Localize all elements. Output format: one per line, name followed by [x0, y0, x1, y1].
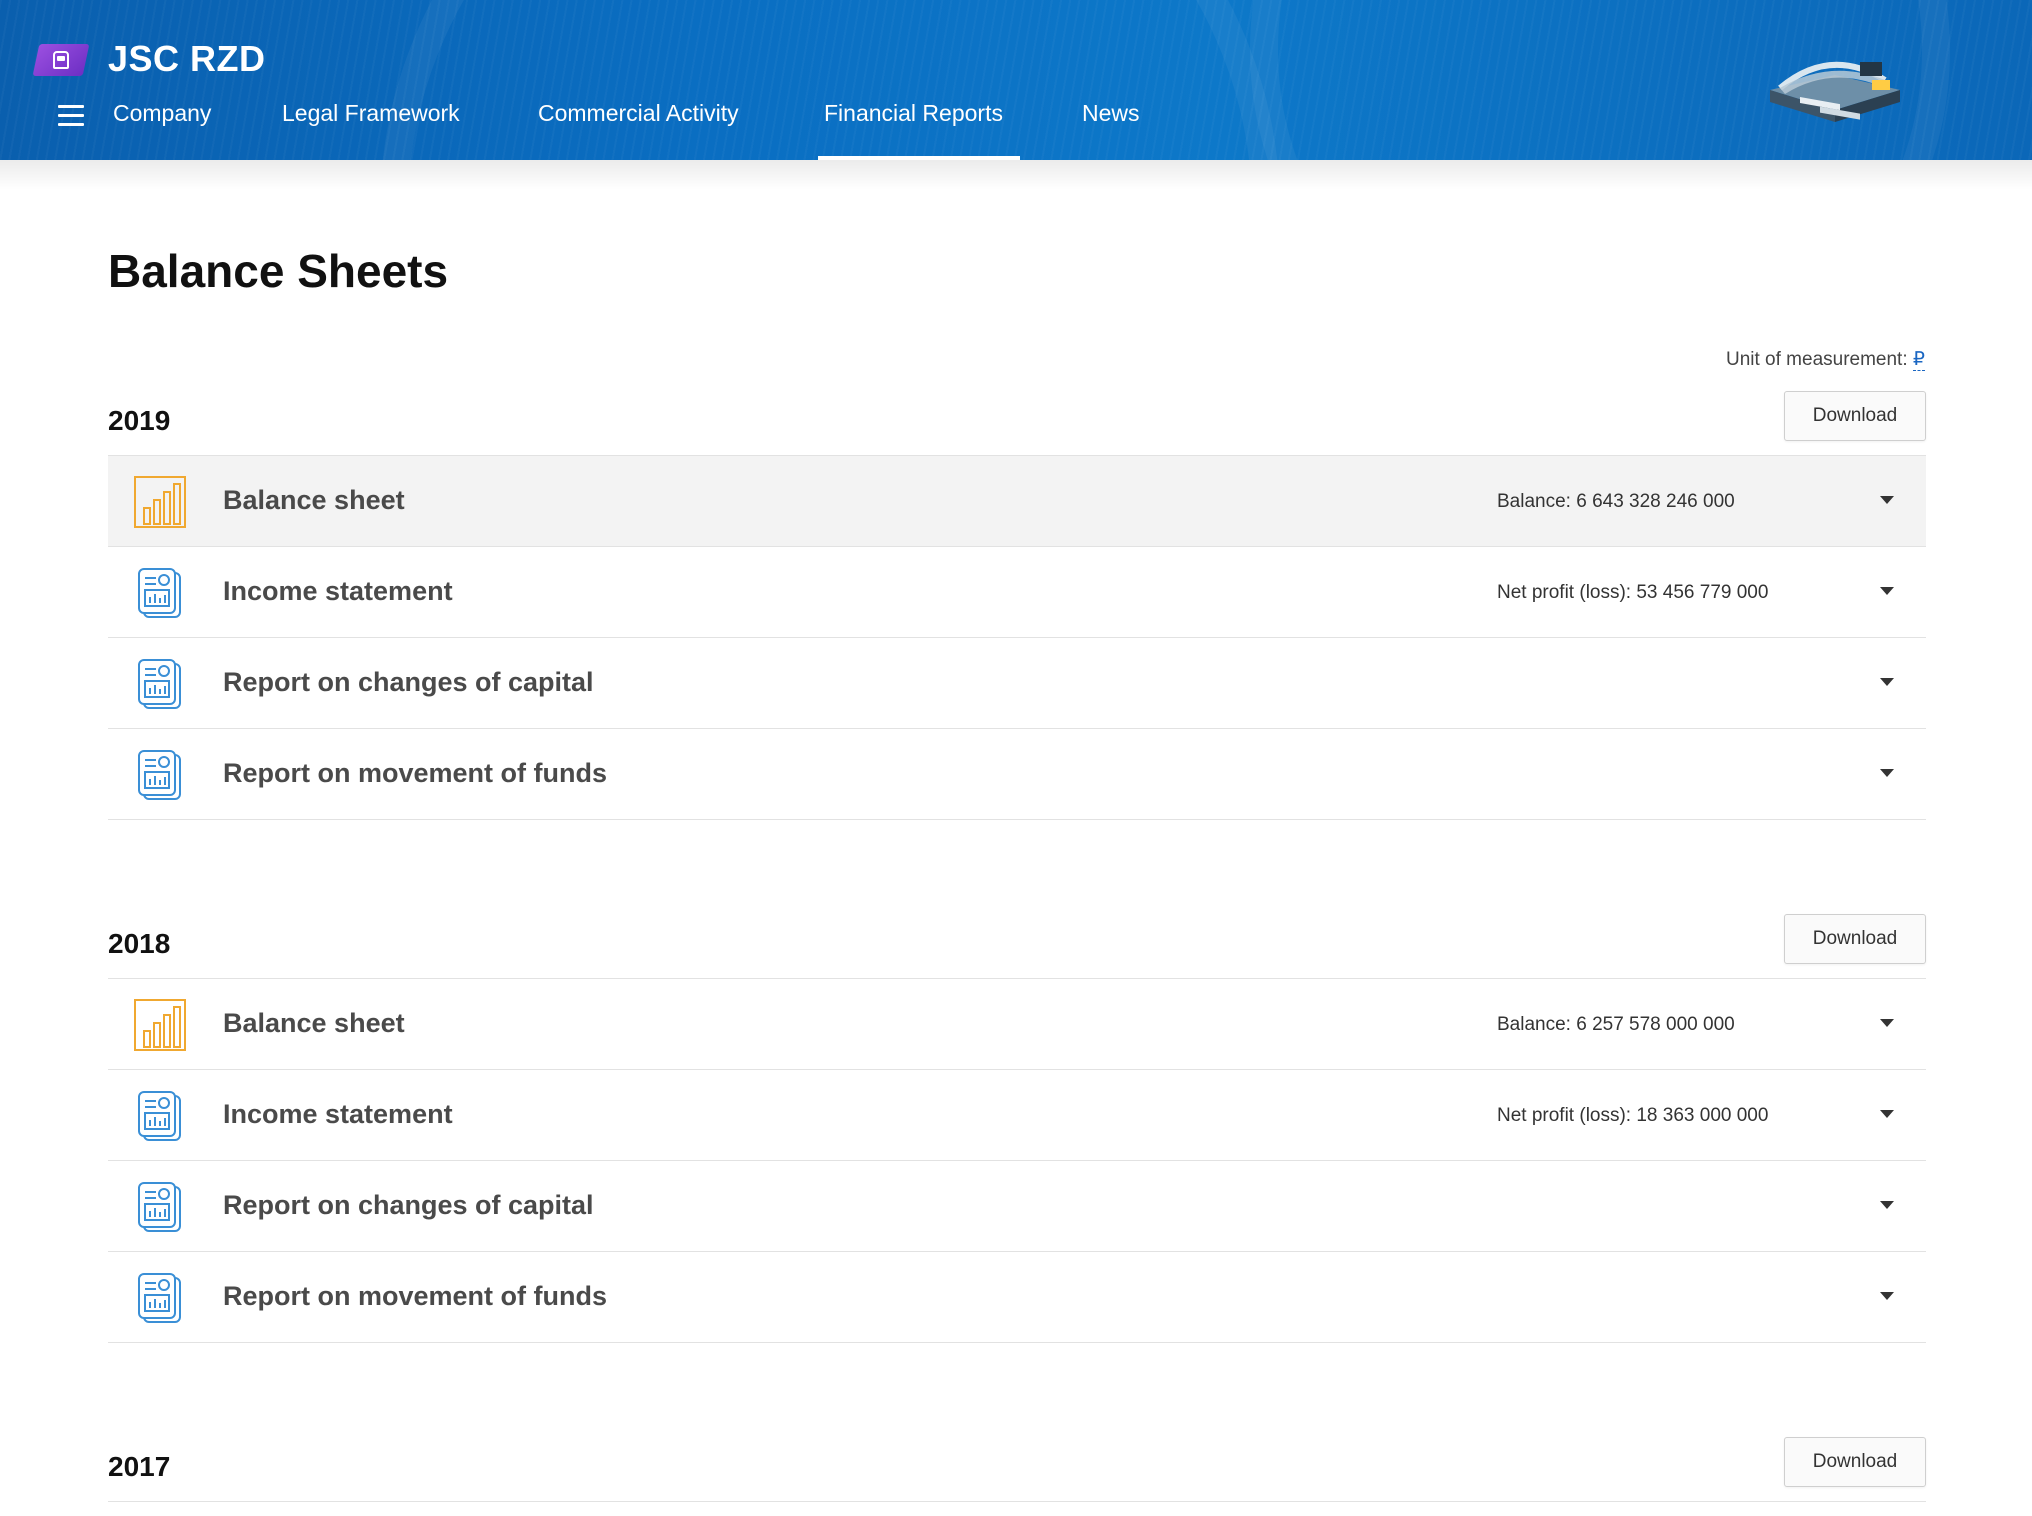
chevron-down-icon[interactable]: [1880, 769, 1894, 777]
unit-label: Unit of measurement:: [1725, 349, 1908, 370]
report-document-icon: [138, 1273, 181, 1323]
unit-of-measurement: Unit of measurement: ₽: [1726, 348, 1925, 371]
chevron-down-icon[interactable]: [1880, 1019, 1894, 1027]
year-label: 2017: [108, 1451, 171, 1482]
download-button[interactable]: Download: [1784, 391, 1926, 441]
report-document-icon: [138, 568, 181, 618]
report-title: Report on changes of capital: [223, 667, 594, 697]
report-row-income-statement[interactable]: Income statement Net profit (loss): 53 4…: [108, 547, 1926, 638]
chevron-down-icon[interactable]: [1880, 587, 1894, 595]
report-title: Balance sheet: [223, 485, 405, 515]
chevron-down-icon[interactable]: [1880, 496, 1894, 504]
report-value: Balance: 6 643 328 246 000: [1497, 491, 1735, 512]
chevron-down-icon[interactable]: [1880, 1110, 1894, 1118]
report-value: Net profit (loss): 18 363 000 000: [1497, 1105, 1769, 1126]
report-title: Report on movement of funds: [223, 758, 607, 788]
site-header: JSC RZD Company Legal Framework Commerci…: [0, 0, 2032, 160]
report-row-balance-sheet[interactable]: Balance sheet Balance: 6 643 328 246 000: [108, 456, 1926, 547]
report-document-icon: [138, 659, 181, 709]
report-row-changes-of-capital[interactable]: Report on changes of capital: [108, 1161, 1926, 1252]
report-row-movement-of-funds[interactable]: Report on movement of funds: [108, 1252, 1926, 1343]
train-icon: [53, 51, 69, 69]
hamburger-menu-icon[interactable]: [58, 105, 84, 127]
download-button[interactable]: Download: [1784, 914, 1926, 964]
report-list: Balance sheet Balance: 6 257 578 000 000…: [108, 978, 1926, 1343]
report-title: Report on changes of capital: [223, 1190, 594, 1220]
header-shadow: [0, 160, 2032, 190]
report-list: Balance sheet Balance: 6 643 328 246 000…: [108, 455, 1926, 820]
bar-chart-icon: [134, 999, 186, 1051]
year-label: 2018: [108, 928, 171, 959]
download-button[interactable]: Download: [1784, 1437, 1926, 1487]
report-document-icon: [138, 1091, 181, 1141]
brand-name[interactable]: JSC RZD: [108, 38, 266, 80]
report-title: Income statement: [223, 1099, 453, 1129]
report-row-income-statement[interactable]: Income statement Net profit (loss): 18 3…: [108, 1070, 1926, 1161]
report-title: Report on movement of funds: [223, 1281, 607, 1311]
chevron-down-icon[interactable]: [1880, 1201, 1894, 1209]
report-title: Balance sheet: [223, 1008, 405, 1038]
logo-icon[interactable]: [32, 44, 90, 76]
report-value: Balance: 6 257 578 000 000: [1497, 1014, 1735, 1035]
bar-chart-icon: [134, 476, 186, 528]
nav-news[interactable]: News: [1082, 100, 1140, 127]
currency-unit-toggle[interactable]: ₽: [1912, 349, 1925, 371]
report-value: Net profit (loss): 53 456 779 000: [1497, 582, 1769, 603]
station-illustration: [1770, 61, 1900, 122]
report-list: [108, 1501, 1926, 1502]
chevron-down-icon[interactable]: [1880, 1292, 1894, 1300]
report-document-icon: [138, 1182, 181, 1232]
report-row-movement-of-funds[interactable]: Report on movement of funds: [108, 729, 1926, 820]
page-title: Balance Sheets: [108, 245, 449, 297]
report-document-icon: [138, 750, 181, 800]
year-label: 2019: [108, 405, 171, 436]
chevron-down-icon[interactable]: [1880, 678, 1894, 686]
nav-commercial-activity[interactable]: Commercial Activity: [538, 100, 739, 127]
header-decor-arc: [380, 0, 1280, 160]
report-row-balance-sheet[interactable]: Balance sheet Balance: 6 257 578 000 000: [108, 979, 1926, 1070]
nav-legal-framework[interactable]: Legal Framework: [282, 100, 460, 127]
report-title: Income statement: [223, 576, 453, 606]
nav-financial-reports[interactable]: Financial Reports: [824, 100, 1003, 127]
nav-company[interactable]: Company: [113, 100, 211, 127]
report-row-changes-of-capital[interactable]: Report on changes of capital: [108, 638, 1926, 729]
